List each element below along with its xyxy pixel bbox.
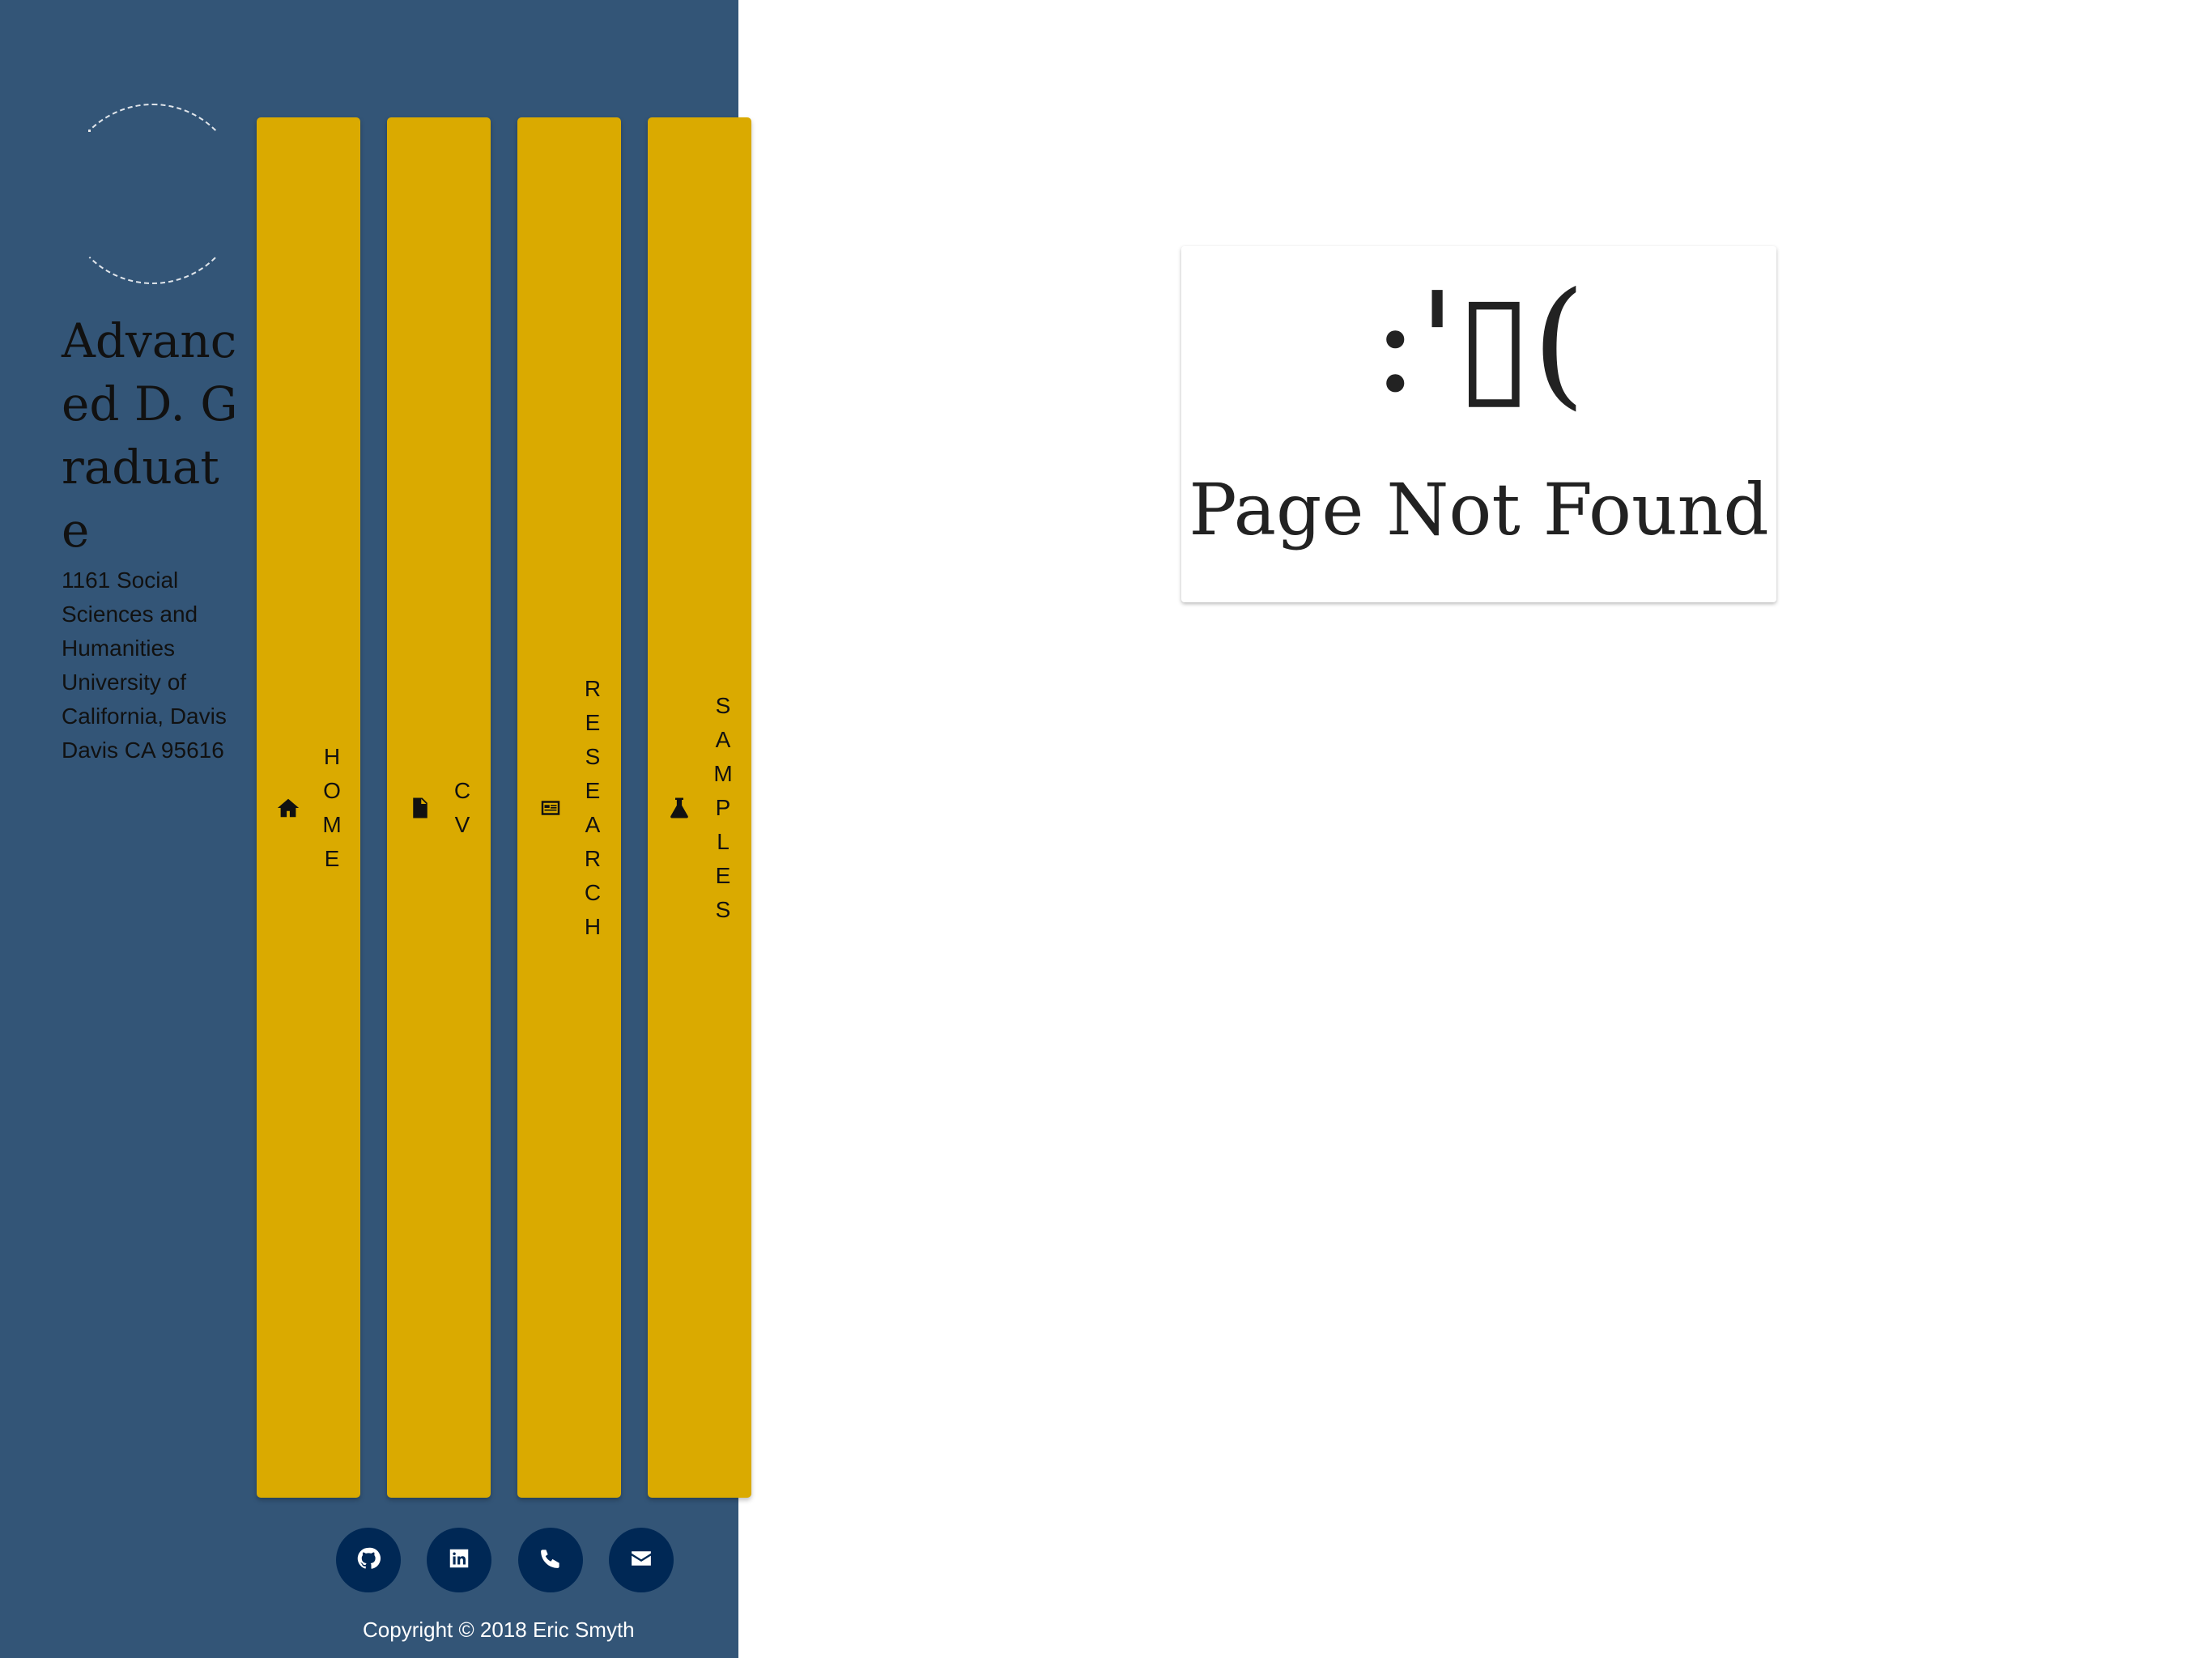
nav-tab-research[interactable]: RESEARCH bbox=[517, 117, 621, 1498]
nav-label-letter: H bbox=[323, 743, 341, 769]
profile-name: Advanced D. Graduate bbox=[62, 313, 238, 558]
nav-label-samples: SAMPLES bbox=[713, 689, 732, 927]
nav-label-letter: A bbox=[585, 811, 601, 837]
nav-label-letter: C bbox=[584, 879, 602, 905]
sidebar: Advanced D. Graduate 1161 Social Science… bbox=[0, 0, 751, 1658]
avatar bbox=[62, 104, 243, 284]
nav-label-letter: R bbox=[584, 675, 602, 701]
nav-label-letter: S bbox=[715, 692, 731, 718]
nav-label-letter: E bbox=[585, 777, 601, 803]
nav-label-letter: E bbox=[715, 862, 731, 888]
profile-address: 1161 Social Sciences and Humanities Univ… bbox=[62, 568, 227, 763]
nav-label-letter: O bbox=[323, 777, 341, 803]
nav-label-letter: R bbox=[584, 845, 602, 871]
github-icon bbox=[356, 1546, 381, 1575]
nav-tab-home[interactable]: HOME bbox=[257, 117, 360, 1498]
file-icon bbox=[407, 795, 433, 821]
email-button[interactable] bbox=[609, 1528, 674, 1592]
copyright: Copyright © 2018 Eric Smyth bbox=[363, 1618, 635, 1642]
nav-label-research: RESEARCH bbox=[585, 672, 601, 944]
linkedin-icon bbox=[447, 1546, 471, 1575]
nav-label-letter: M bbox=[322, 811, 342, 837]
phone-button[interactable] bbox=[518, 1528, 583, 1592]
nav-label-letter: V bbox=[454, 811, 470, 837]
nav-label-letter: E bbox=[585, 709, 601, 735]
avatar-mark bbox=[88, 130, 91, 132]
github-button[interactable] bbox=[336, 1528, 401, 1592]
nav-label-letter: A bbox=[715, 726, 731, 752]
nav-label-letter: H bbox=[584, 913, 602, 939]
nav-label-letter: M bbox=[713, 760, 733, 786]
home-icon bbox=[275, 795, 301, 821]
envelope-icon bbox=[629, 1546, 653, 1575]
flask-icon bbox=[666, 795, 692, 821]
nav-label-letter: P bbox=[715, 794, 731, 820]
nav-label-letter: S bbox=[715, 896, 731, 922]
newspaper-icon bbox=[538, 795, 564, 821]
phone-icon bbox=[538, 1546, 563, 1575]
nav-tab-samples[interactable]: SAMPLES bbox=[648, 117, 751, 1498]
nav-label-cv: CV bbox=[454, 774, 470, 842]
nav-label-home: HOME bbox=[322, 740, 341, 876]
nav-label-letter: E bbox=[324, 845, 340, 871]
page-not-found-heading: Page Not Found bbox=[1189, 468, 1769, 551]
nav-label-letter: C bbox=[453, 777, 471, 803]
linkedin-button[interactable] bbox=[427, 1528, 491, 1592]
nav-tab-cv[interactable]: CV bbox=[387, 117, 491, 1498]
nav-label-letter: L bbox=[717, 828, 730, 854]
nav-label-letter: S bbox=[585, 743, 601, 769]
